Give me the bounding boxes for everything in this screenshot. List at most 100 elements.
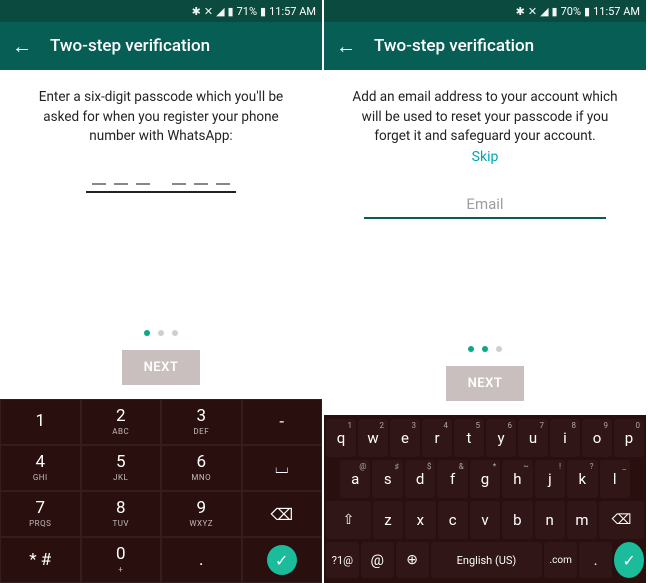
signal-icon: ▮: [228, 5, 234, 18]
key-dotcom[interactable]: .com: [544, 542, 577, 578]
key-1[interactable]: 1: [0, 399, 81, 445]
battery-icon: ▮: [260, 5, 266, 18]
step-indicator: [468, 346, 502, 352]
key-0[interactable]: 0+: [81, 537, 162, 583]
content-area: Enter a six-digit passcode which you'll …: [0, 70, 322, 399]
page-title: Two-step verification: [50, 36, 210, 56]
key-z[interactable]: z: [373, 501, 403, 539]
globe-icon: ⊕: [406, 552, 418, 568]
key-symnum[interactable]: ?1@: [326, 542, 359, 578]
key-2[interactable]: 2ABC: [81, 399, 162, 445]
step-indicator: [144, 330, 178, 336]
key-go[interactable]: ✓: [614, 542, 644, 578]
key-x[interactable]: x: [405, 501, 435, 539]
key-q[interactable]: 1q: [326, 419, 356, 457]
step-dot-2: [158, 330, 164, 336]
instruction-text: Enter a six-digit passcode which you'll …: [20, 88, 302, 147]
key-4[interactable]: 4GHI: [0, 445, 81, 491]
key-t[interactable]: 5t: [454, 419, 484, 457]
key-period[interactable]: .: [161, 537, 242, 583]
battery-pct: 70%: [561, 5, 581, 18]
skip-link[interactable]: Skip: [472, 149, 499, 165]
key-y[interactable]: 6y: [486, 419, 516, 457]
bluetooth-icon: ✱: [192, 5, 201, 18]
step-dot-1: [468, 346, 474, 352]
step-dot-1: [144, 330, 150, 336]
key-m[interactable]: m: [567, 501, 597, 539]
key-row-1: 1q2w3e4r5t6y7u8i9o0p: [326, 419, 644, 457]
key-backspace[interactable]: ⌫: [242, 491, 323, 537]
key-h[interactable]: ~h: [502, 460, 532, 498]
step-dot-3: [496, 346, 502, 352]
backspace-icon: ⌫: [270, 505, 293, 524]
key-row-2: @a♯s$d&f*g~h!j?k_l: [326, 460, 644, 498]
numeric-keypad: 1 2ABC 3DEF - 4GHI 5JKL 6MNO ⌴ 7PRQS 8TU…: [0, 399, 322, 583]
screen-email: ✱ ✕ ◢ ▮ 70% ▮ 11:57 AM ← Two-step verifi…: [324, 0, 648, 583]
key-backspace[interactable]: ⌫: [599, 501, 644, 539]
key-at[interactable]: @: [361, 542, 394, 578]
clock: 11:57 AM: [269, 5, 316, 18]
key-c[interactable]: c: [438, 501, 468, 539]
key-b[interactable]: b: [502, 501, 532, 539]
key-star-hash[interactable]: * #: [0, 537, 81, 583]
battery-pct: 71%: [237, 5, 257, 18]
key-globe[interactable]: ⊕: [396, 542, 429, 578]
wifi-icon: ◢: [216, 5, 224, 18]
key-j[interactable]: !j: [535, 460, 565, 498]
app-bar: ← Two-step verification: [0, 22, 322, 70]
battery-icon: ▮: [584, 5, 590, 18]
next-button[interactable]: NEXT: [446, 366, 525, 401]
clock: 11:57 AM: [593, 5, 640, 18]
key-s[interactable]: ♯s: [372, 460, 402, 498]
status-bar: ✱ ✕ ◢ ▮ 70% ▮ 11:57 AM: [324, 0, 646, 22]
key-v[interactable]: v: [470, 501, 500, 539]
key-g[interactable]: *g: [470, 460, 500, 498]
key-underscore[interactable]: ⌴: [242, 445, 323, 491]
key-9[interactable]: 9WXYZ: [161, 491, 242, 537]
signal-icon: ▮: [552, 5, 558, 18]
key-l[interactable]: _l: [600, 460, 630, 498]
key-u[interactable]: 7u: [518, 419, 548, 457]
key-go[interactable]: ✓: [242, 537, 323, 583]
shift-icon: ⇧: [343, 512, 355, 528]
backspace-icon: ⌫: [612, 512, 632, 528]
key-3[interactable]: 3DEF: [161, 399, 242, 445]
key-e[interactable]: 3e: [390, 419, 420, 457]
qwerty-keyboard: 1q2w3e4r5t6y7u8i9o0p @a♯s$d&f*g~h!j?k_l …: [324, 415, 646, 583]
check-icon: ✓: [267, 545, 297, 575]
key-n[interactable]: n: [535, 501, 565, 539]
screen-passcode: ✱ ✕ ◢ ▮ 71% ▮ 11:57 AM ← Two-step verifi…: [0, 0, 324, 583]
key-k[interactable]: ?k: [567, 460, 597, 498]
key-r[interactable]: 4r: [422, 419, 452, 457]
key-o[interactable]: 9o: [582, 419, 612, 457]
key-dash[interactable]: -: [242, 399, 323, 445]
key-p[interactable]: 0p: [614, 419, 644, 457]
location-off-icon: ✕: [204, 5, 213, 18]
key-a[interactable]: @a: [340, 460, 370, 498]
next-button[interactable]: NEXT: [122, 350, 201, 385]
key-5[interactable]: 5JKL: [81, 445, 162, 491]
instruction-text: Add an email address to your account whi…: [344, 88, 626, 147]
content-area: Add an email address to your account whi…: [324, 70, 646, 415]
bluetooth-icon: ✱: [516, 5, 525, 18]
key-i[interactable]: 8i: [550, 419, 580, 457]
key-space[interactable]: English (US): [431, 542, 543, 578]
key-period[interactable]: .: [579, 542, 612, 578]
key-7[interactable]: 7PRQS: [0, 491, 81, 537]
passcode-input[interactable]: [86, 169, 236, 193]
key-shift[interactable]: ⇧: [326, 501, 371, 539]
back-button[interactable]: ←: [336, 36, 356, 56]
key-8[interactable]: 8TUV: [81, 491, 162, 537]
key-row-bottom: ?1@ @ ⊕ English (US) .com . ✓: [326, 542, 644, 578]
email-input[interactable]: Email: [364, 195, 607, 219]
key-6[interactable]: 6MNO: [161, 445, 242, 491]
key-row-3: ⇧ zxcvbnm ⌫: [326, 501, 644, 539]
app-bar: ← Two-step verification: [324, 22, 646, 70]
key-w[interactable]: 2w: [358, 419, 388, 457]
page-title: Two-step verification: [374, 36, 534, 56]
back-button[interactable]: ←: [12, 36, 32, 56]
location-off-icon: ✕: [528, 5, 537, 18]
step-dot-2: [482, 346, 488, 352]
key-f[interactable]: &f: [437, 460, 467, 498]
key-d[interactable]: $d: [405, 460, 435, 498]
